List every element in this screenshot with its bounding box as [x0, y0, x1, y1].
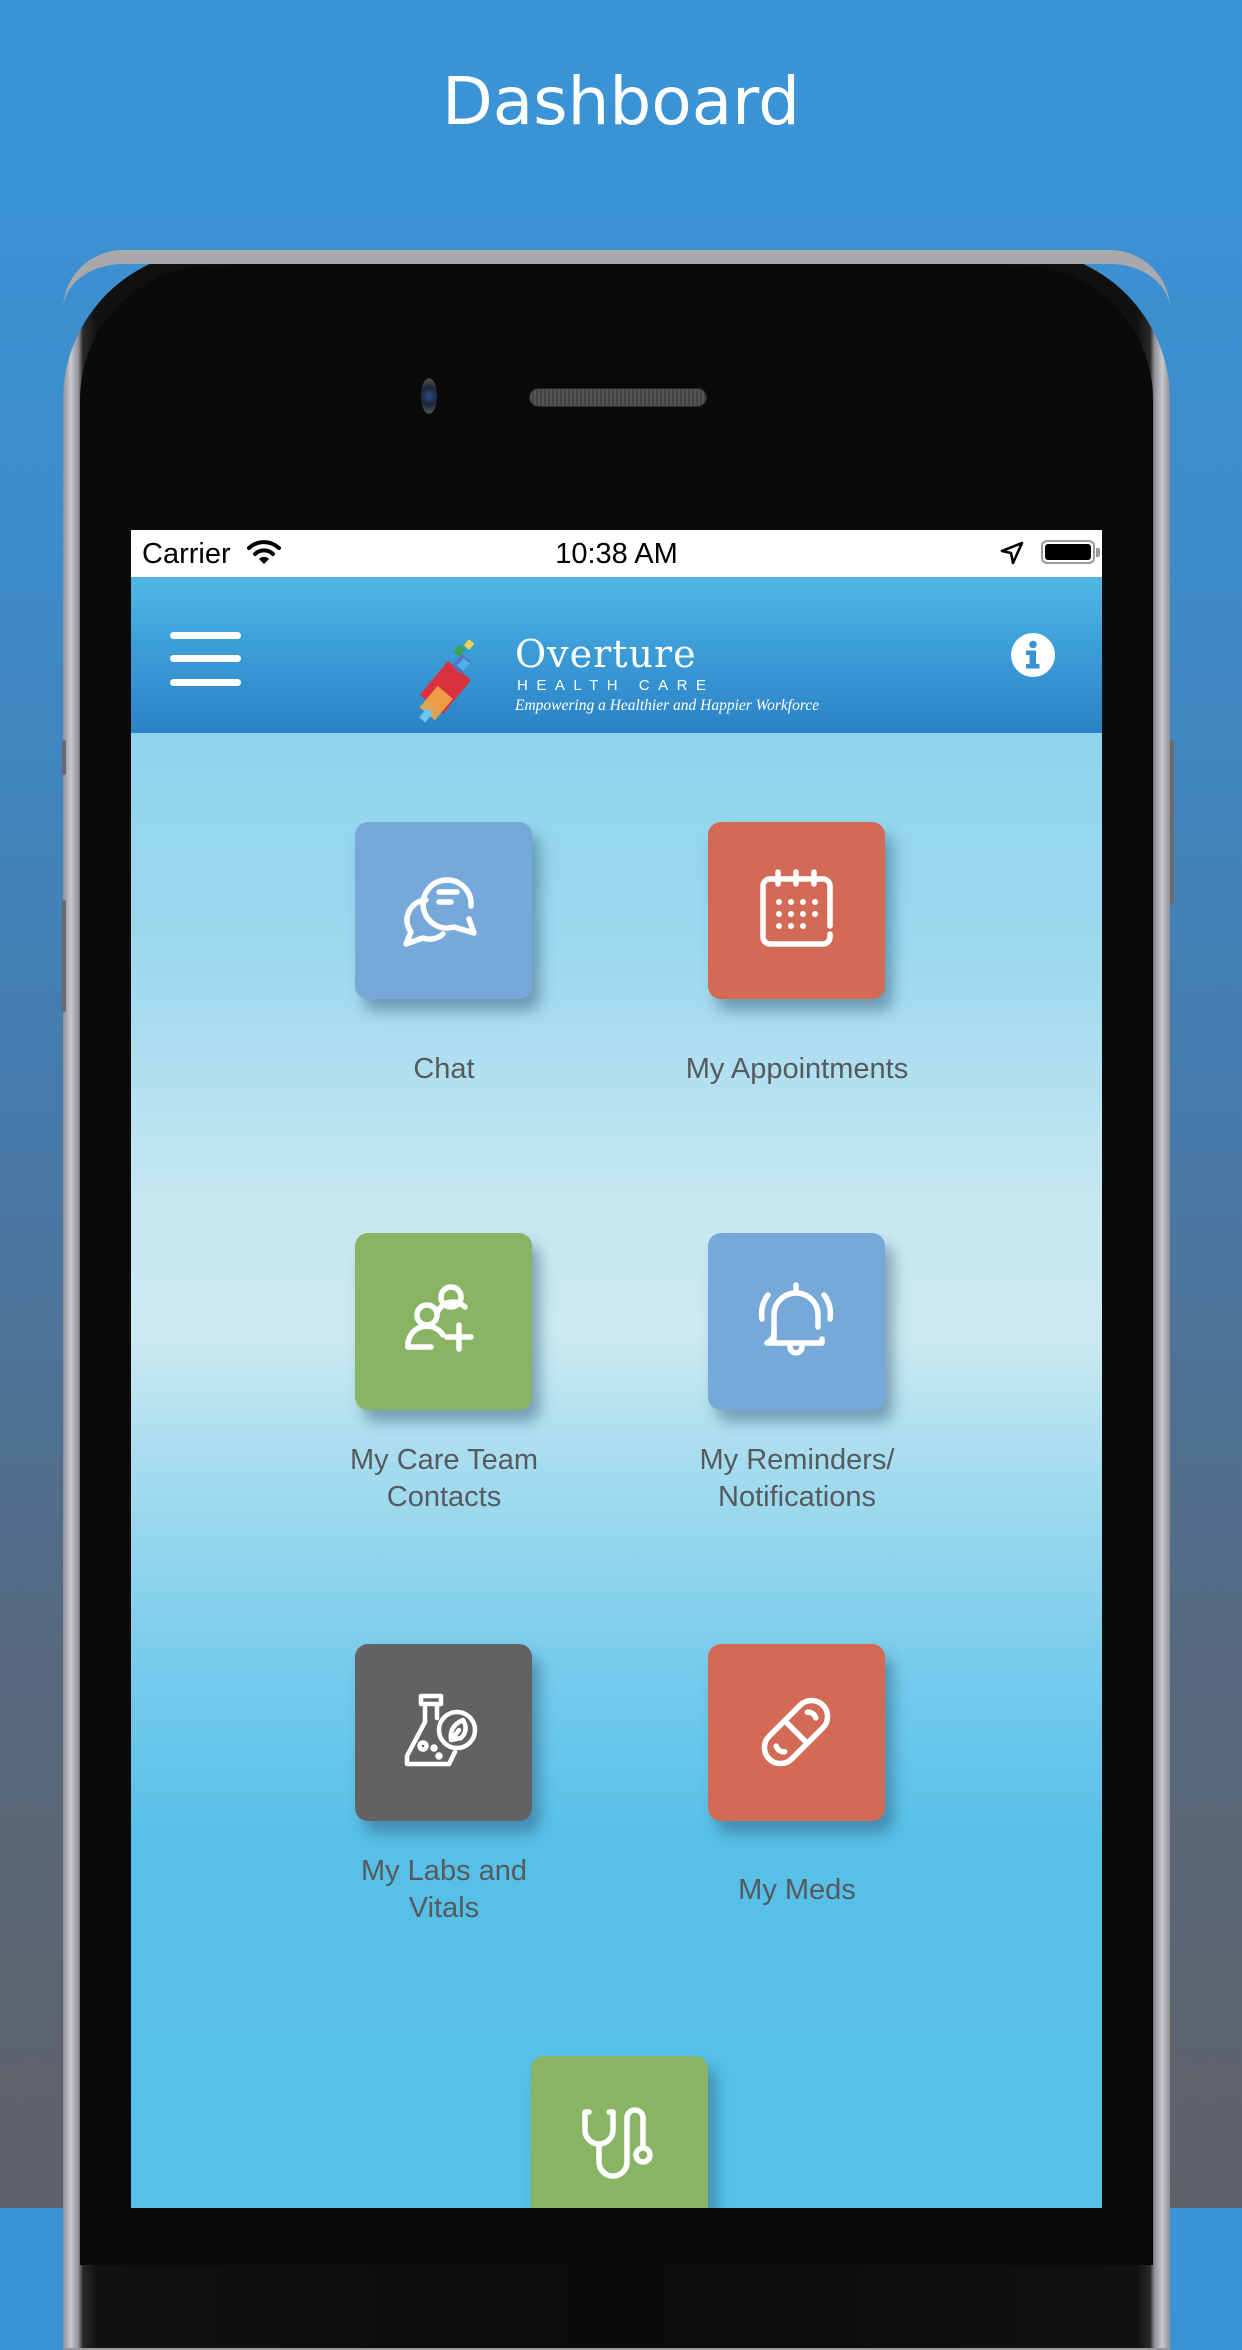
care-provider-tile[interactable]	[531, 2056, 708, 2208]
app-screen: Carrier 10:38 AM Overture HEALTH CARE Em…	[131, 530, 1102, 2208]
appointments-label[interactable]: My Appointments	[647, 1051, 947, 1088]
front-camera	[421, 378, 437, 414]
hamburger-menu-icon[interactable]	[170, 632, 241, 688]
phone-side-button-left-1	[62, 740, 66, 775]
reminders-label-line-1: My Reminders/	[699, 1444, 895, 1476]
chat-tile[interactable]	[355, 822, 532, 999]
care-team-label-line-1: My Care Team	[349, 1444, 539, 1476]
pill-capsule-icon	[761, 1697, 831, 1767]
reminders-notifications-tile[interactable]	[708, 1233, 885, 1410]
logo-name: Overture	[515, 632, 697, 676]
lab-flask-icon	[404, 1693, 478, 1767]
status-bar: Carrier 10:38 AM	[131, 530, 1102, 577]
appointments-tile[interactable]	[708, 822, 885, 999]
care-team-contacts-tile[interactable]	[355, 1233, 532, 1410]
logo-tagline: Empowering a Healthier and Happier Workf…	[515, 697, 820, 714]
chat-bubbles-icon	[403, 877, 477, 947]
labs-label-line-1: My Labs and	[360, 1855, 528, 1887]
status-time: 10:38 AM	[555, 538, 678, 570]
earpiece-speaker	[530, 389, 706, 406]
battery-tip	[1096, 548, 1100, 557]
ringing-bell-icon	[758, 1282, 834, 1356]
calendar-icon	[760, 869, 833, 947]
reminders-notifications-label[interactable]: My Reminders/ Notifications	[647, 1442, 947, 1516]
page-title: Dashboard	[441, 63, 801, 140]
labs-vitals-label[interactable]: My Labs and Vitals	[294, 1853, 594, 1927]
care-team-label-line-2: Contacts	[386, 1481, 502, 1513]
overture-logo: Overture HEALTH CARE Empowering a Health…	[403, 632, 853, 727]
meds-tile[interactable]	[708, 1644, 885, 1821]
battery-icon	[1041, 540, 1095, 564]
location-arrow-icon	[1000, 541, 1024, 565]
add-user-group-icon	[405, 1284, 474, 1352]
app-header: Overture HEALTH CARE Empowering a Health…	[131, 577, 1102, 733]
info-circle-icon[interactable]	[1011, 633, 1055, 677]
reminders-label-line-2: Notifications	[718, 1481, 876, 1513]
labs-label-line-2: Vitals	[408, 1892, 480, 1924]
chat-label[interactable]: Chat	[294, 1051, 594, 1088]
logo-subtitle: HEALTH CARE	[517, 677, 715, 694]
care-team-contacts-label[interactable]: My Care Team Contacts	[294, 1442, 594, 1516]
stethoscope-icon	[582, 2107, 653, 2179]
phone-side-button-left-2	[62, 900, 66, 1012]
phone-side-button-right	[1170, 740, 1174, 905]
logo-mark-icon	[419, 639, 475, 723]
meds-label[interactable]: My Meds	[647, 1872, 947, 1909]
labs-vitals-tile[interactable]	[355, 1644, 532, 1821]
